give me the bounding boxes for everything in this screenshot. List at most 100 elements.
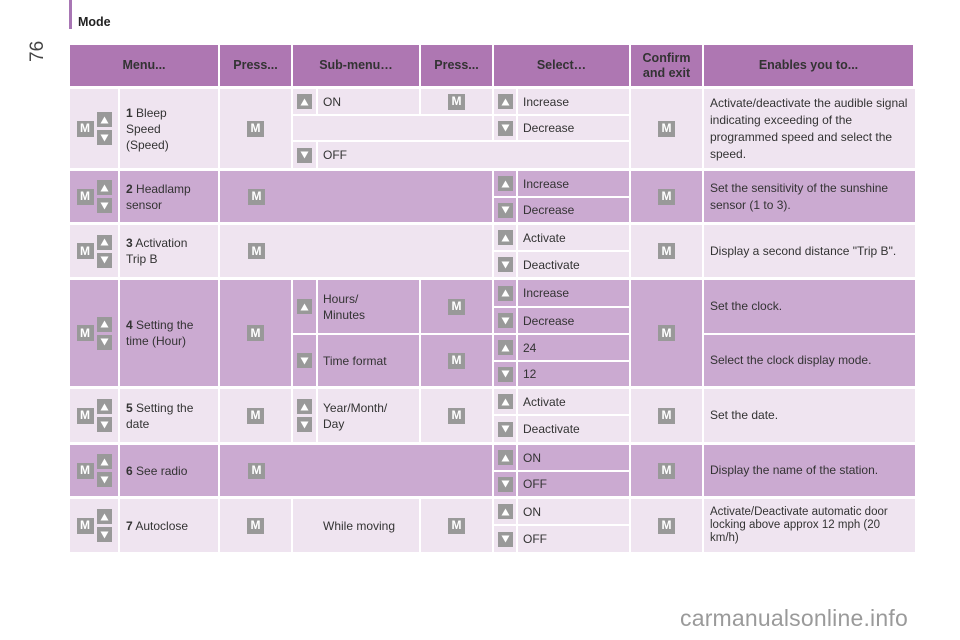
down-arrow-icon [297,147,312,163]
m-key-icon: M [448,517,465,534]
up-arrow-icon [497,504,513,519]
empty-cell [293,116,492,140]
m-key-icon: M [247,517,264,534]
select-option: Increase [518,280,629,306]
header-submenu: Sub-menu… [293,45,419,86]
select-key-cell [494,198,516,222]
m-key-icon: M [247,407,264,424]
enables-description: Display a second distance "Trip B". [704,225,915,277]
down-arrow-icon [297,353,312,368]
m-key-icon: M [76,517,94,534]
press-cell-2: M [421,335,492,386]
press-cell: M [220,389,291,442]
down-arrow-icon [96,198,112,213]
m-key-icon: M [658,188,675,205]
down-arrow-icon [497,120,513,136]
select-key-cell [494,89,516,114]
menu-number: 7 [126,518,133,533]
up-arrow-icon [497,94,513,109]
m-key-icon: M [247,325,264,341]
menu-item-cell: 4 Setting the time (Hour) [120,280,218,386]
select-option: OFF [518,472,629,496]
m-key-icon: M [76,120,94,137]
menu-label: Headlamp sensor [126,181,191,212]
enables-description: Select the clock display mode. [704,335,915,386]
submenu-option: Time format [318,335,419,386]
submenu-option: Year/Month/ Day [318,389,419,442]
m-key-icon: M [248,243,265,259]
select-key-cell [494,225,516,250]
submenu-key-cell [293,335,316,386]
select-option: Deactivate [518,416,629,442]
menu-number: 3 [126,236,133,250]
nav-keys-cell: M [70,445,118,496]
press-cell-2: M [421,389,492,442]
select-key-cell [494,526,516,552]
submenu-option: Hours/ Minutes [318,280,419,333]
m-key-icon: M [76,407,94,424]
nav-keys-cell: M [70,89,118,168]
submenu-key-cell [293,89,316,114]
select-option: Activate [518,389,629,414]
submenu-key-cell [293,389,316,442]
press-cell: M [220,280,291,386]
down-arrow-icon [497,476,513,492]
enables-description: Activate/deactivate the audible signal i… [704,89,915,168]
menu-item-cell: 7 Autoclose [120,499,218,552]
press-cell: M [220,171,492,222]
m-key-icon: M [658,243,675,259]
confirm-exit-cell: M [631,499,702,552]
header-select: Select… [494,45,629,86]
m-key-icon: M [248,462,265,479]
m-key-icon: M [658,462,675,479]
select-option: Decrease [518,116,629,140]
up-arrow-icon [497,394,513,409]
press-cell: M [220,445,492,496]
m-key-icon: M [448,407,465,424]
press-cell: M [220,89,291,168]
select-option: 24 [518,335,629,360]
header-press: Press... [220,45,291,86]
select-key-cell [494,499,516,524]
menu-key-group: M [70,180,118,213]
m-key-icon: M [448,93,465,110]
up-arrow-icon [497,285,513,301]
select-key-cell [494,362,516,386]
menu-item-cell: 6 See radio [120,445,218,496]
select-option: Decrease [518,308,629,333]
select-option: Deactivate [518,252,629,277]
down-arrow-icon [297,417,312,432]
enables-description: Set the date. [704,389,915,442]
m-key-icon: M [658,517,675,534]
up-arrow-icon [497,176,513,191]
m-key-icon: M [76,188,94,205]
confirm-exit-cell: M [631,445,702,496]
menu-label: Bleep Speed (Speed) [126,105,169,152]
select-option: Activate [518,225,629,250]
submenu-option: ON [318,89,419,114]
m-key-icon: M [658,325,675,341]
press-cell: M [220,225,492,277]
menu-number: 1 [126,105,133,120]
confirm-exit-cell: M [631,389,702,442]
down-arrow-icon [96,252,112,268]
submenu-key-cell [293,142,316,168]
menu-number: 4 [126,318,133,332]
up-arrow-icon [297,94,312,109]
enables-description: Activate/Deactivate automatic door locki… [704,499,915,552]
down-arrow-icon [497,366,513,382]
up-arrow-icon [96,399,112,414]
m-key-icon: M [76,325,94,341]
up-arrow-icon [497,230,513,245]
up-arrow-icon [96,316,112,332]
down-arrow-icon [96,130,112,145]
select-key-cell [494,116,516,140]
select-key-cell [494,280,516,306]
select-key-cell [494,416,516,442]
menu-item-cell: 1 Bleep Speed (Speed) [120,89,218,168]
m-key-icon: M [248,188,265,205]
menu-item-cell: 3 Activation Trip B [120,225,218,277]
nav-keys-cell: M [70,280,118,386]
down-arrow-icon [96,334,112,350]
press-cell-2: M [421,89,492,114]
